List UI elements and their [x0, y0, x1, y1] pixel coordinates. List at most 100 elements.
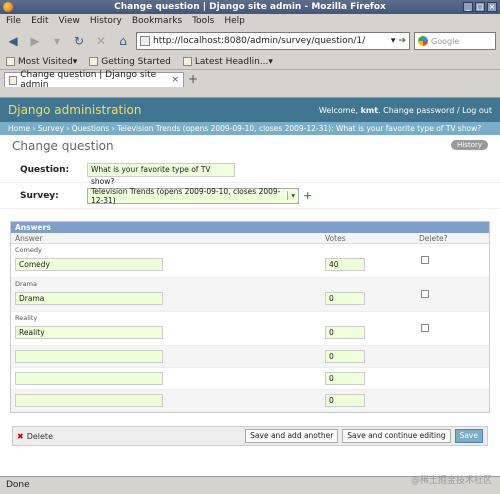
status-text: Done [6, 480, 30, 490]
menu-file[interactable]: File [6, 16, 21, 26]
bookmark-getting-started[interactable]: Getting Started [89, 57, 171, 67]
answer-input[interactable]: Drama [15, 292, 163, 305]
table-row: Reality Reality 0 [11, 312, 489, 346]
page-title: Change question [12, 139, 114, 153]
window-titlebar: Change question | Django site admin - Mo… [0, 0, 500, 14]
menu-view[interactable]: View [59, 16, 80, 26]
url-text[interactable]: http://localhost:8080/admin/survey/quest… [153, 36, 388, 46]
bookmark-icon [6, 57, 15, 66]
page-content: Django administration Welcome, kmt. Chan… [0, 97, 500, 476]
stop-icon[interactable]: ✕ [92, 32, 110, 50]
save-button[interactable]: Save [454, 429, 483, 443]
answer-input[interactable] [15, 394, 163, 407]
answer-input[interactable] [15, 372, 163, 385]
search-placeholder: Google [431, 36, 460, 46]
submit-buttons: Save and add another Save and continue e… [245, 429, 483, 443]
menu-tools[interactable]: Tools [192, 16, 214, 26]
original-label: Drama [15, 280, 37, 288]
tab-close-icon[interactable]: × [171, 75, 179, 85]
votes-input[interactable]: 0 [325, 394, 365, 407]
column-votes: Votes [325, 234, 346, 243]
window-title: Change question | Django site admin - Mo… [114, 2, 386, 12]
welcome-text: Welcome, [318, 105, 361, 115]
column-delete: Delete? [419, 234, 448, 243]
url-bar[interactable]: http://localhost:8080/admin/survey/quest… [136, 32, 410, 50]
django-header: Django administration Welcome, kmt. Chan… [0, 98, 500, 122]
delete-icon: ✖ [17, 431, 24, 441]
firefox-icon [3, 2, 13, 12]
tab-favicon-icon [9, 75, 18, 85]
save-add-another-button[interactable]: Save and add another [245, 429, 339, 443]
username: kmt [360, 105, 379, 115]
bookmark-latest-headlines[interactable]: Latest Headlin...▾ [182, 57, 273, 67]
votes-input[interactable]: 0 [325, 372, 365, 385]
answers-inline: Answers Answer Votes Delete? Comedy Come… [10, 221, 490, 413]
tab-change-question[interactable]: Change question | Django site admin × [4, 70, 184, 90]
tab-label: Change question | Django site admin [20, 70, 157, 90]
votes-input[interactable]: 40 [325, 258, 365, 271]
table-row: Drama Drama 0 [11, 278, 489, 312]
column-answer: Answer [15, 234, 43, 243]
votes-input[interactable]: 0 [325, 350, 365, 363]
table-row: 0 [11, 368, 489, 390]
bookmark-icon [89, 57, 99, 66]
menu-history[interactable]: History [90, 16, 122, 26]
original-label: Reality [15, 314, 38, 322]
survey-selected-value: Television Trends (opens 2009-09-10, clo… [91, 186, 281, 205]
inline-columns: Answer Votes Delete? [11, 233, 489, 244]
url-dropdown-icon[interactable]: ▾ [391, 36, 396, 46]
original-label: Comedy [15, 246, 42, 254]
delete-checkbox[interactable] [421, 256, 429, 264]
google-icon [418, 36, 428, 46]
home-icon[interactable]: ⌂ [114, 32, 132, 50]
delete-checkbox[interactable] [421, 290, 429, 298]
user-tools: Welcome, kmt. Change password / Log out [319, 106, 492, 115]
breadcrumb[interactable]: Home › Survey › Questions › Television T… [0, 122, 500, 135]
site-favicon-icon [140, 36, 150, 46]
menu-edit[interactable]: Edit [31, 16, 48, 26]
search-box[interactable]: Google [414, 32, 496, 50]
menu-bar: File Edit View History Bookmarks Tools H… [0, 14, 500, 28]
delete-checkbox[interactable] [421, 324, 429, 332]
maximize-button[interactable]: □ [475, 2, 485, 12]
answer-input[interactable]: Comedy [15, 258, 163, 271]
table-row: 0 [11, 346, 489, 368]
save-continue-button[interactable]: Save and continue editing [342, 429, 451, 443]
status-bar: Done @稀土掘金技术社区 [0, 476, 500, 494]
navigation-toolbar: ◀ ▶ ▾ ↻ ✕ ⌂ http://localhost:8080/admin/… [0, 28, 500, 54]
chevron-down-icon: ▾ [287, 191, 295, 200]
page-head: Change question History [0, 135, 500, 155]
votes-input[interactable]: 0 [325, 326, 365, 339]
answer-input[interactable] [15, 350, 163, 363]
minimize-button[interactable]: _ [463, 2, 473, 12]
survey-row: Survey: Television Trends (opens 2009-09… [0, 183, 500, 209]
tab-strip: Change question | Django site admin × + [0, 70, 500, 90]
menu-help[interactable]: Help [224, 16, 245, 26]
table-row: Comedy Comedy 40 [11, 244, 489, 278]
submit-row: ✖ Delete Save and add another Save and c… [12, 426, 488, 446]
add-survey-icon[interactable]: + [303, 189, 312, 202]
inline-title: Answers [11, 222, 489, 233]
new-tab-icon[interactable]: + [188, 72, 198, 86]
question-label: Question: [20, 164, 70, 175]
question-row: Question: What is your favorite type of … [0, 157, 500, 186]
question-input[interactable]: What is your favorite type of TV show? [87, 162, 235, 186]
history-dropdown-icon[interactable]: ▾ [48, 32, 66, 50]
delete-link[interactable]: ✖ Delete [17, 432, 53, 441]
close-window-button[interactable]: × [487, 2, 497, 12]
table-row: 0 [11, 390, 489, 412]
forward-arrow-icon[interactable]: ▶ [26, 32, 44, 50]
reload-icon[interactable]: ↻ [70, 32, 88, 50]
go-arrow-icon[interactable]: ➔ [398, 36, 406, 46]
back-arrow-icon[interactable]: ◀ [4, 32, 22, 50]
votes-input[interactable]: 0 [325, 292, 365, 305]
site-title[interactable]: Django administration [8, 103, 141, 117]
user-links[interactable]: . Change password / Log out [378, 106, 492, 115]
survey-label: Survey: [20, 190, 59, 201]
bookmarks-toolbar: Most Visited▾ Getting Started Latest Hea… [0, 54, 500, 70]
survey-select[interactable]: Television Trends (opens 2009-09-10, clo… [87, 186, 299, 205]
menu-bookmarks[interactable]: Bookmarks [132, 16, 182, 26]
history-button[interactable]: History [451, 140, 488, 150]
answer-input[interactable]: Reality [15, 326, 163, 339]
bookmark-most-visited[interactable]: Most Visited▾ [6, 57, 77, 67]
